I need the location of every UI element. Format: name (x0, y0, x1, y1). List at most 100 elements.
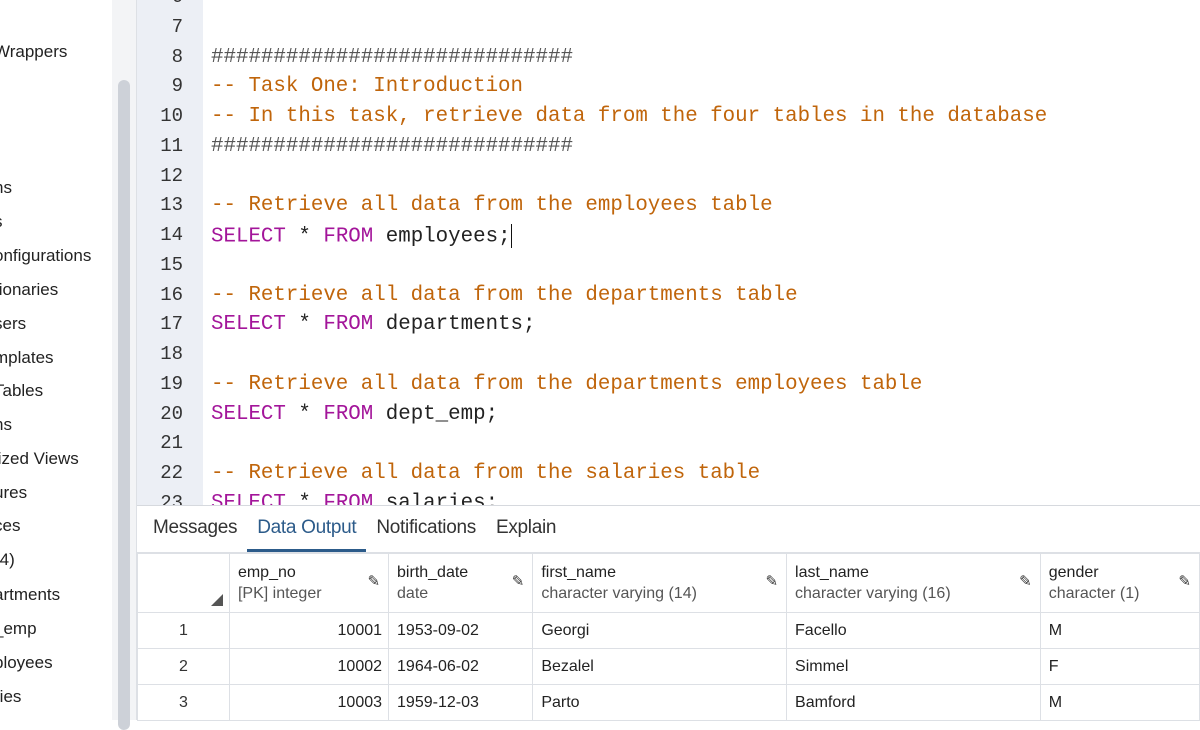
sql-statement: SELECT * FROM departments; (211, 313, 536, 336)
results-panel: Messages Data Output Notifications Explain … (137, 505, 1200, 721)
sql-comment: -- Retrieve all data from the salaries t… (211, 462, 761, 485)
sidebar-scrollbar[interactable] (112, 0, 137, 730)
table-cell[interactable]: M (1039, 684, 1200, 721)
table-row[interactable]: 3 10003 1959-12-03 Parto Bamford M (137, 684, 1200, 721)
tab-data-output[interactable]: Data Output (247, 506, 367, 552)
data-output-grid: emp_no [PK] integer ✎ birth_date date ✎ first_… (137, 553, 1200, 721)
sql-comment: -- Retrieve all data from the department… (211, 283, 798, 307)
tab-messages[interactable]: Messages (143, 506, 247, 552)
table-cell[interactable]: 1959-12-03 (388, 684, 534, 721)
tree-item[interactable]: (4) (0, 550, 15, 570)
sql-editor[interactable]: ############################# -- Task One… (203, 0, 1200, 505)
column-header-first_name[interactable]: first_name character varying (14) ✎ (532, 553, 788, 613)
hash-divider: ############################# (211, 134, 573, 158)
line-number: 6 (172, 0, 183, 8)
line-number: 11 (160, 134, 183, 157)
line-number: 18 (160, 343, 183, 365)
table-row[interactable]: 1 10001 1953-09-02 Georgi Facello M (137, 612, 1200, 649)
sql-comment: -- In this task, retrieve data from the … (211, 105, 1048, 128)
tree-item[interactable]: onfigurations (0, 246, 91, 266)
tree-item[interactable]: ries (0, 687, 21, 707)
sql-keyword: SELECT (211, 225, 286, 249)
table-cell[interactable]: F (1039, 648, 1200, 685)
code-line[interactable]: -- Retrieve all data from the department… (211, 284, 798, 307)
code-line[interactable]: -- Retrieve all data from the salaries t… (211, 462, 760, 485)
table-row[interactable]: 2 10002 1964-06-02 Bezalel Simmel F (137, 648, 1200, 685)
code-line[interactable]: SELECT * FROM employees; (211, 224, 513, 249)
column-header-emp_no[interactable]: emp_no [PK] integer ✎ (228, 553, 390, 613)
code-line[interactable]: ############################# (211, 135, 573, 158)
edit-pencil-icon[interactable]: ✎ (512, 572, 525, 590)
tree-item[interactable]: lized Views (0, 449, 79, 469)
table-cell[interactable]: Facello (786, 612, 1041, 649)
sql-text: dept_emp; (373, 402, 499, 426)
edit-pencil-icon[interactable]: ✎ (1019, 572, 1032, 590)
sql-text: * (285, 491, 324, 505)
column-type: [PK] integer (237, 584, 322, 602)
edit-pencil-icon[interactable]: ✎ (765, 572, 778, 590)
edit-pencil-icon[interactable]: ✎ (367, 572, 380, 590)
tab-explain[interactable]: Explain (486, 506, 566, 552)
table-cell[interactable]: Bamford (786, 684, 1041, 721)
tree-item[interactable]: ns (0, 178, 12, 198)
sql-statement: SELECT * FROM employees; (211, 226, 511, 249)
line-number: 12 (160, 164, 183, 187)
code-line[interactable]: ############################# (211, 46, 573, 69)
line-number-gutter: 67891011121314151617181920212223 (137, 0, 203, 514)
code-line[interactable]: SELECT * FROM salaries; (211, 492, 498, 505)
column-header-last_name[interactable]: last_name character varying (16) ✎ (786, 553, 1041, 613)
sql-text: departments; (373, 313, 536, 337)
line-number: 15 (160, 253, 183, 276)
row-number[interactable]: 1 (137, 612, 230, 649)
tree-item[interactable]: ces (0, 516, 20, 536)
table-cell[interactable]: 1953-09-02 (388, 612, 534, 649)
code-line[interactable]: -- In this task, retrieve data from the … (211, 105, 1047, 128)
row-number[interactable]: 3 (137, 684, 230, 721)
row-number[interactable]: 2 (137, 648, 230, 685)
code-line[interactable]: -- Retrieve all data from the employees … (211, 194, 773, 217)
tree-item[interactable]: mplates (0, 348, 54, 368)
tree-item[interactable]: ployees (0, 653, 53, 673)
code-line[interactable]: -- Task One: Introduction (211, 75, 523, 98)
code-line[interactable]: SELECT * FROM dept_emp; (211, 403, 498, 426)
line-number: 8 (171, 45, 183, 68)
tree-item[interactable]: Tables (0, 381, 43, 401)
tree-item[interactable]: Wrappers (0, 42, 67, 62)
column-header-gender[interactable]: gender character (1) ✎ (1039, 553, 1200, 613)
column-header-birth_date[interactable]: birth_date date ✎ (388, 553, 534, 613)
table-cell[interactable]: Georgi (532, 612, 788, 649)
column-name: last_name (795, 563, 869, 581)
tree-item[interactable]: artments (0, 585, 60, 605)
table-cell[interactable]: Parto (532, 684, 788, 721)
tree-item[interactable]: ns (0, 415, 12, 435)
table-cell[interactable]: M (1039, 612, 1200, 649)
line-number: 10 (160, 105, 183, 127)
scrollbar-thumb[interactable] (118, 80, 130, 730)
tree-item[interactable]: sers (0, 314, 26, 334)
column-type: character (1) (1048, 584, 1140, 602)
tree-item[interactable]: _emp (0, 619, 37, 639)
table-cell[interactable]: 1964-06-02 (388, 648, 534, 685)
select-all-corner[interactable] (137, 553, 230, 613)
table-cell[interactable]: Bezalel (532, 648, 788, 685)
table-cell[interactable]: 10001 (228, 612, 390, 649)
sql-text: * (285, 402, 324, 426)
line-number: 20 (160, 402, 183, 425)
code-line[interactable]: SELECT * FROM departments; (211, 313, 536, 336)
table-cell[interactable]: 10003 (228, 684, 390, 721)
tree-item[interactable]: tionaries (0, 280, 58, 300)
tree-item[interactable]: s (0, 212, 3, 232)
hash-divider: ############################# (211, 45, 573, 69)
table-cell[interactable]: 10002 (228, 648, 390, 685)
column-type: character varying (14) (541, 584, 697, 602)
column-name: gender (1048, 563, 1099, 581)
column-name: birth_date (397, 563, 469, 581)
table-cell[interactable]: Simmel (786, 648, 1041, 685)
tree-item[interactable]: ures (0, 483, 27, 503)
tab-notifications[interactable]: Notifications (366, 506, 486, 552)
sql-keyword: FROM (323, 402, 374, 426)
code-line[interactable]: -- Retrieve all data from the department… (211, 373, 922, 396)
edit-pencil-icon[interactable]: ✎ (1178, 572, 1191, 590)
sql-statement: SELECT * FROM dept_emp; (211, 403, 498, 426)
sql-text: * (285, 313, 324, 337)
